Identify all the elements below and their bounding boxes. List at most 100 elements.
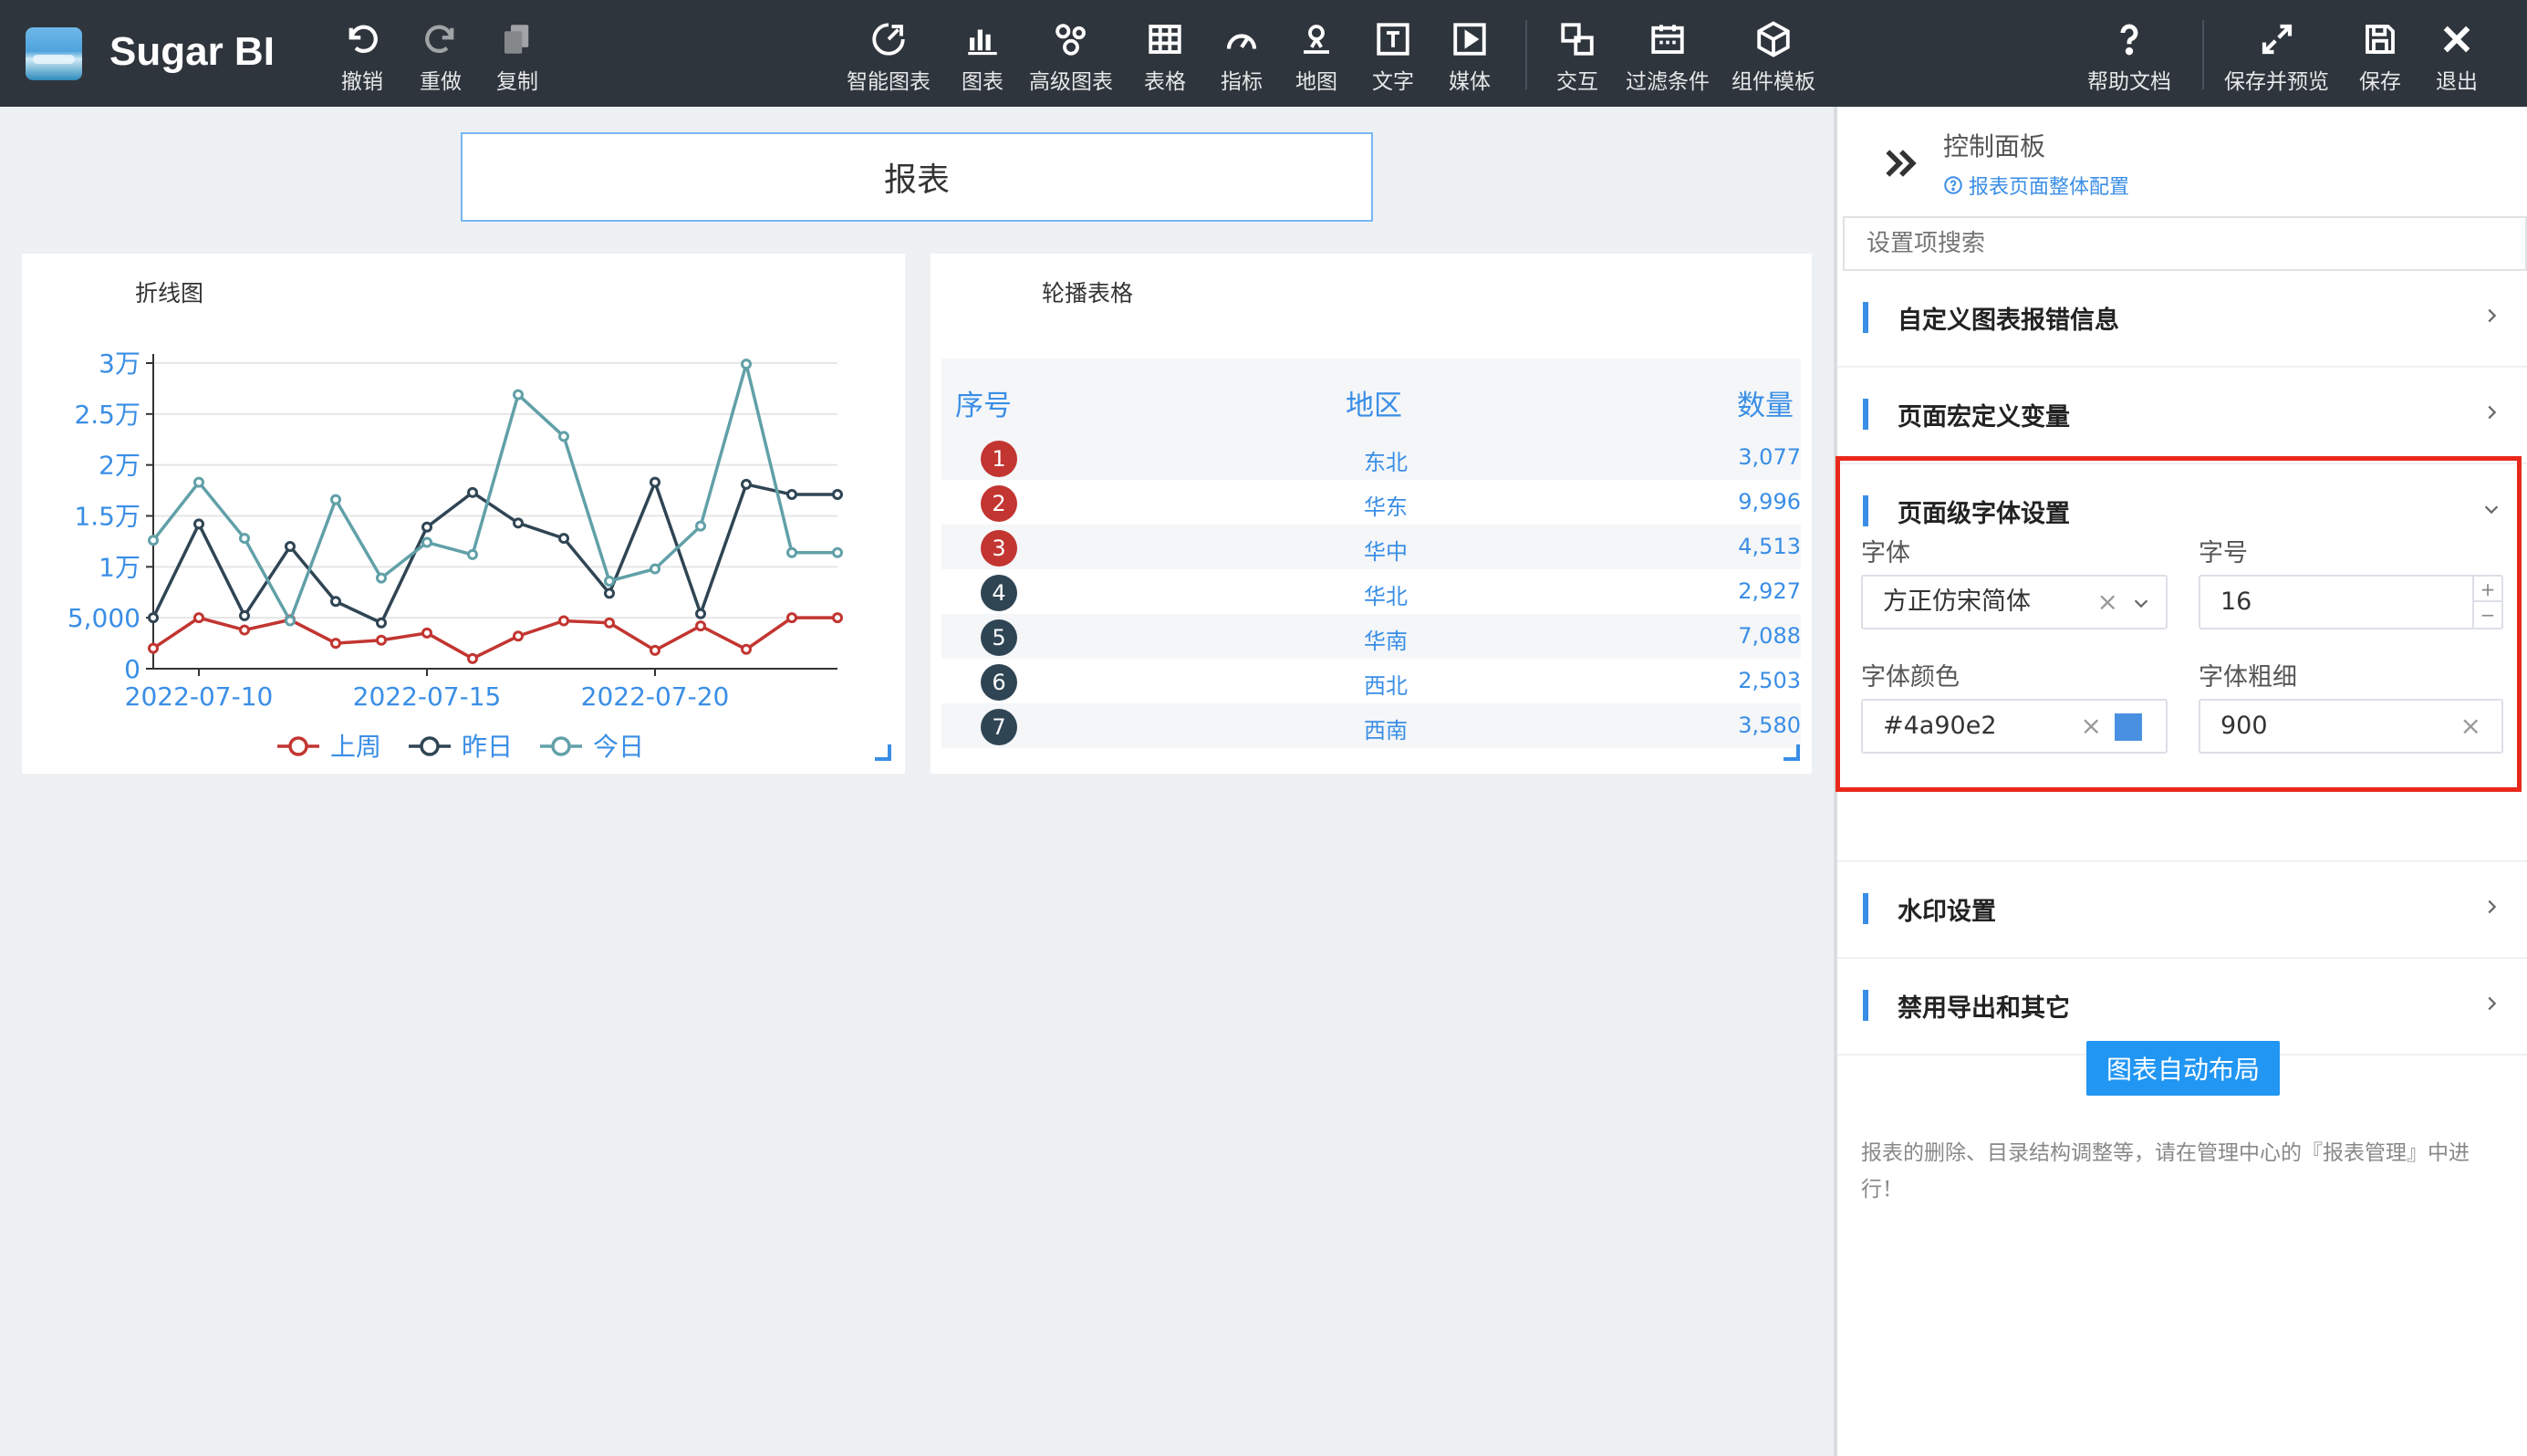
legend-swatch-marker bbox=[551, 736, 571, 756]
section-title: 禁用导出和其它 bbox=[1898, 994, 2070, 1023]
data-point bbox=[467, 652, 478, 664]
cube-icon bbox=[1754, 16, 1793, 62]
legend-swatch-marker bbox=[420, 736, 440, 756]
undo-button[interactable]: 撤销 bbox=[341, 16, 383, 95]
chevron-right-icon bbox=[2488, 996, 2497, 1011]
interaction-icon bbox=[1558, 16, 1596, 62]
panel-title: 控制面板 bbox=[1943, 131, 2046, 161]
data-point bbox=[330, 596, 341, 608]
logo-icon bbox=[26, 27, 82, 80]
app-name: Sugar BI bbox=[109, 29, 275, 74]
redo-button[interactable]: 重做 bbox=[420, 16, 462, 95]
data-point bbox=[786, 489, 797, 501]
copy-button[interactable]: 复制 bbox=[496, 16, 538, 95]
collapse-panel-icon[interactable] bbox=[1881, 143, 1921, 183]
undo-icon bbox=[343, 16, 381, 62]
data-point bbox=[193, 476, 204, 488]
line-chart-card[interactable]: 折线图 0 5,000 1万 1.5万 2万 2.5万 3万 2022-07-10 2022-0… bbox=[22, 254, 905, 774]
y-tick-label: 2万 bbox=[99, 451, 140, 481]
y-tick-label: 1.5万 bbox=[74, 502, 140, 532]
data-point bbox=[148, 535, 159, 546]
section-page-macro[interactable]: 页面宏定义变量 bbox=[1837, 368, 2527, 464]
carousel-table-card[interactable]: 轮播表格 序号 地区 数量 1 东北 3,077 2 华东 9,996 3 华中 4,513 4 华… bbox=[931, 254, 1812, 774]
panel-config-link[interactable]: 报表页面整体配置 bbox=[1943, 171, 2129, 200]
data-point bbox=[467, 548, 478, 560]
report-title[interactable]: 报表 bbox=[461, 132, 1373, 222]
qty-cell: 2,927 bbox=[1738, 578, 1801, 604]
save-icon bbox=[2361, 16, 2399, 62]
data-point bbox=[650, 644, 660, 656]
data-point bbox=[604, 575, 615, 587]
data-point bbox=[695, 608, 706, 619]
save-preview-button[interactable]: 保存并预览 bbox=[2224, 16, 2329, 95]
advanced-chart-button[interactable]: 高级图表 bbox=[1029, 16, 1113, 95]
data-point bbox=[421, 536, 432, 548]
data-point bbox=[421, 627, 432, 639]
y-tick-label: 5,000 bbox=[68, 603, 140, 633]
resize-handle[interactable] bbox=[875, 744, 891, 761]
data-point bbox=[193, 518, 204, 530]
section-marker bbox=[1863, 893, 1868, 924]
region-cell: 华中 bbox=[1364, 539, 1408, 565]
legend-label: 上周 bbox=[330, 732, 381, 762]
section-title: 页面宏定义变量 bbox=[1898, 403, 2070, 432]
smart-chart-button[interactable]: 智能图表 bbox=[847, 16, 931, 95]
text-button[interactable]: 文字 bbox=[1372, 16, 1414, 95]
data-point bbox=[421, 521, 432, 533]
data-point bbox=[330, 638, 341, 650]
toolbar-separator bbox=[1525, 20, 1527, 89]
data-point bbox=[239, 609, 250, 621]
column-header-qty: 数量 bbox=[1737, 390, 1794, 422]
data-point bbox=[376, 572, 387, 584]
legend-swatch-marker bbox=[288, 736, 308, 756]
exit-button[interactable]: 退出 bbox=[2436, 16, 2478, 95]
rank-badge: 3 bbox=[981, 530, 1017, 567]
indicator-button[interactable]: 指标 bbox=[1221, 16, 1263, 95]
section-custom-error[interactable]: 自定义图表报错信息 bbox=[1837, 271, 2527, 368]
auto-layout-button[interactable]: 图表自动布局 bbox=[2086, 1041, 2280, 1096]
section-title: 自定义图表报错信息 bbox=[1898, 307, 2119, 335]
map-button[interactable]: 地图 bbox=[1295, 16, 1337, 95]
resize-handle[interactable] bbox=[1783, 744, 1800, 761]
chart-button[interactable]: 图表 bbox=[962, 16, 1004, 95]
data-point bbox=[832, 546, 843, 558]
x-tick-label: 2022-07-10 bbox=[125, 681, 274, 712]
component-template-button[interactable]: 组件模板 bbox=[1731, 16, 1815, 95]
filter-button[interactable]: 过滤条件 bbox=[1626, 16, 1710, 95]
qty-cell: 7,088 bbox=[1738, 623, 1801, 649]
region-cell: 华东 bbox=[1364, 494, 1408, 520]
data-point bbox=[604, 588, 615, 599]
legend-label: 昨日 bbox=[462, 732, 513, 762]
legend-label: 今日 bbox=[593, 732, 644, 762]
rank-badge: 4 bbox=[981, 575, 1017, 611]
data-point bbox=[285, 615, 296, 627]
data-point bbox=[239, 624, 250, 636]
section-watermark[interactable]: 水印设置 bbox=[1837, 862, 2527, 959]
media-button[interactable]: 媒体 bbox=[1449, 16, 1491, 95]
settings-search-input[interactable] bbox=[1843, 216, 2527, 271]
data-point bbox=[786, 546, 797, 558]
section-marker bbox=[1863, 399, 1868, 430]
data-point bbox=[741, 359, 752, 370]
qty-cell: 4,513 bbox=[1738, 534, 1801, 559]
data-point bbox=[513, 389, 524, 400]
table-row: 5 华南 7,088 bbox=[941, 614, 1801, 659]
table-button[interactable]: 表格 bbox=[1144, 16, 1186, 95]
chevron-right-icon bbox=[2488, 900, 2497, 914]
toolbar-separator bbox=[2202, 20, 2204, 89]
question-circle-icon bbox=[1944, 176, 1962, 194]
table-icon bbox=[1146, 16, 1184, 62]
data-point bbox=[650, 563, 660, 575]
y-tick-label: 3万 bbox=[99, 348, 140, 379]
expand-icon bbox=[2258, 16, 2296, 62]
advanced-chart-icon bbox=[1052, 16, 1090, 62]
help-icon bbox=[2110, 16, 2148, 62]
data-point bbox=[193, 612, 204, 624]
region-cell: 华南 bbox=[1364, 629, 1408, 654]
save-button[interactable]: 保存 bbox=[2359, 16, 2401, 95]
close-icon bbox=[2438, 16, 2476, 62]
table-row: 1 东北 3,077 bbox=[941, 435, 1801, 480]
interaction-button[interactable]: 交互 bbox=[1556, 16, 1598, 95]
help-button[interactable]: 帮助文档 bbox=[2087, 16, 2171, 95]
rank-badge: 6 bbox=[981, 664, 1017, 701]
